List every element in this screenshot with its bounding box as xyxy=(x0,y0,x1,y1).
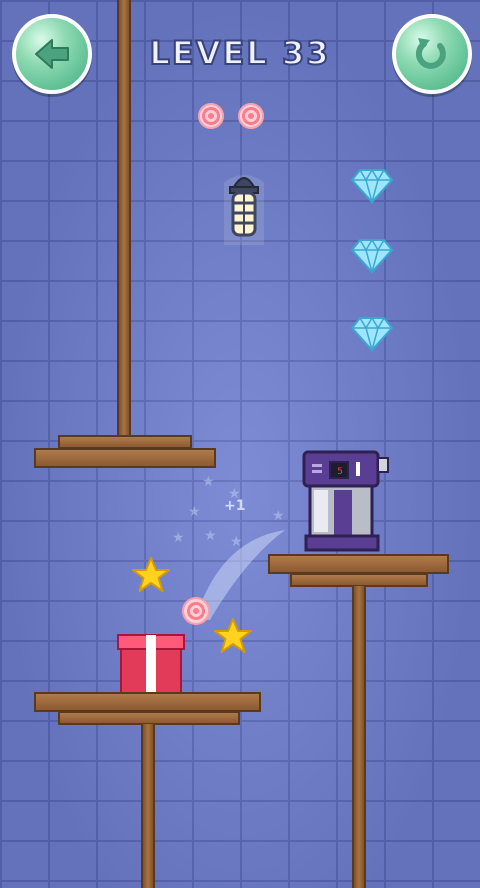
restart-button[interactable] xyxy=(392,14,472,94)
wooden-pole xyxy=(117,0,131,440)
level-title: LEVEL 33 xyxy=(149,33,331,73)
back-button[interactable] xyxy=(12,14,92,94)
sparkle-icon: ★ xyxy=(272,508,285,524)
score-popup: +1 xyxy=(224,498,246,514)
star-icon xyxy=(214,617,252,655)
candy-remaining-icon xyxy=(198,103,224,129)
sparkle-icon: ★ xyxy=(204,528,217,544)
wooden-platform xyxy=(34,448,216,468)
wooden-platform-bottom xyxy=(58,711,240,725)
sparkle-icon: ★ xyxy=(188,504,201,520)
diamond-icon xyxy=(350,168,394,205)
sparkle-icon: ★ xyxy=(202,474,215,490)
diamond-icon xyxy=(350,316,394,353)
machine-display: 5 xyxy=(337,467,343,477)
lantern-icon xyxy=(210,165,278,255)
sparkle-icon: ★ xyxy=(230,534,243,550)
game-screen: LEVEL 33 5 ★ ★ ★ ★ ★ ★ ★ +1 xyxy=(0,0,480,888)
gift-box-icon xyxy=(116,633,186,695)
wooden-platform xyxy=(34,692,261,712)
wooden-platform-top xyxy=(58,435,192,449)
wooden-pole xyxy=(352,586,366,888)
candy-remaining-icon xyxy=(238,103,264,129)
wooden-pole xyxy=(141,724,155,888)
candy-swirl-icon[interactable] xyxy=(182,597,210,625)
sparkle-icon: ★ xyxy=(172,530,185,546)
wooden-platform-bottom xyxy=(290,573,428,587)
diamond-icon xyxy=(350,238,394,275)
star-icon xyxy=(132,556,170,594)
arrow-left-icon xyxy=(35,39,69,69)
restart-icon xyxy=(415,38,446,69)
